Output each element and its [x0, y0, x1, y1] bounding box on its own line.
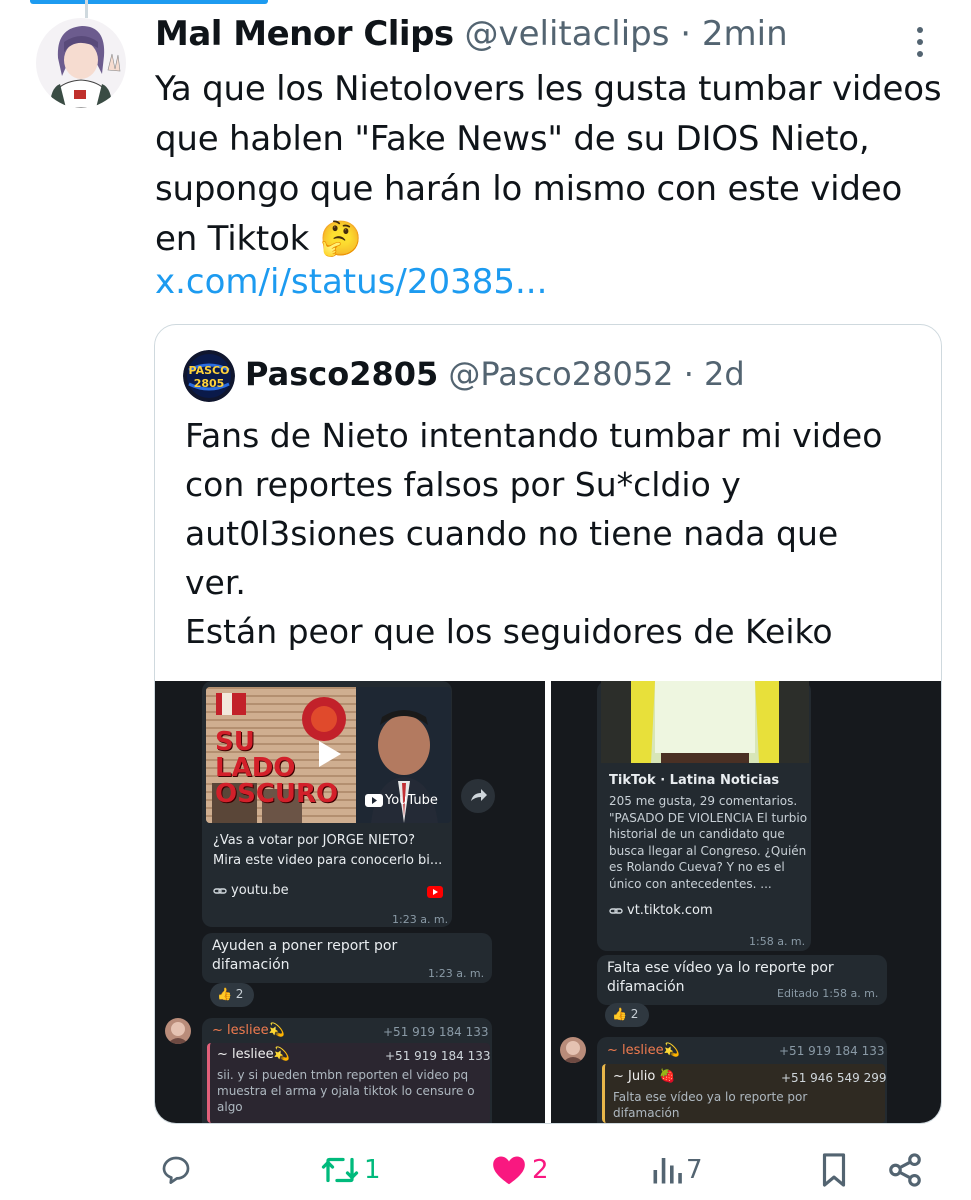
tweet-text-line: que hablen "Fake News" de su DIOS Nieto, [155, 119, 870, 159]
author-avatar[interactable] [36, 18, 126, 108]
media-image-left[interactable]: SU LADO OSCURO YouTube ¿Vas a votar por … [155, 681, 545, 1123]
message-time: 1:23 a. m. [392, 913, 449, 926]
quote-media: SU LADO OSCURO YouTube ¿Vas a votar por … [155, 681, 941, 1123]
repost-count: 1 [364, 1155, 381, 1185]
tweet-time[interactable]: 2min [702, 14, 788, 54]
tweet-actions: 1 2 7 [0, 1140, 971, 1200]
reaction-badge[interactable]: 👍 2 [605, 1003, 649, 1027]
quoted-tweet[interactable]: PASCO 2805 Pasco2805 @Pasco28052 · 2d Fa… [154, 324, 942, 1124]
svg-text:PASCO: PASCO [189, 364, 230, 377]
share-icon [889, 1153, 921, 1187]
card-domain[interactable]: vt.tiktok.com [627, 901, 713, 920]
quoted-text: Falta ese vídeo ya lo reporte por difama… [613, 1090, 808, 1120]
tiktok-description: 205 me gusta, 29 comentarios. "PASADO DE… [609, 794, 808, 891]
sender-avatar[interactable] [560, 1037, 586, 1063]
sender-avatar[interactable] [165, 1018, 191, 1044]
quoted-sender-name: ~ lesliee💫 [217, 1047, 290, 1062]
tweet-link[interactable]: x.com/i/status/20385... [155, 262, 547, 302]
thread-line [85, 0, 88, 18]
heart-icon [493, 1156, 525, 1185]
tweet-header: Mal Menor Clips @velitaclips · 2min [155, 14, 788, 54]
quote-author-name[interactable]: Pasco2805 [245, 355, 438, 393]
author-handle[interactable]: @velitaclips [464, 14, 669, 54]
reply-button[interactable] [158, 1148, 194, 1192]
like-count: 2 [532, 1155, 549, 1185]
active-tab-indicator [30, 0, 268, 4]
youtube-label: YouTube [385, 793, 438, 808]
link-icon [213, 883, 227, 897]
quote-text-line: con reportes falsos por Su*cldio y [185, 465, 741, 504]
repost-icon [321, 1157, 359, 1183]
reaction-count: 👍 2 [612, 1007, 639, 1021]
reply-sender-phone: +51 919 184 133 [383, 1025, 489, 1039]
card-description: Mira este video para conocerlo bi... [213, 853, 443, 868]
thinking-face-emoji: 🤔 [319, 219, 362, 259]
separator-dot: · [683, 355, 694, 393]
views-bar-chart-icon [653, 1158, 682, 1184]
play-icon[interactable] [315, 739, 343, 769]
tweet-text-line: supongo que harán lo mismo con este vide… [155, 169, 903, 209]
quote-text: Fans de Nieto intentando tumbar mi video… [185, 411, 925, 656]
thumbnail-title: SU LADO OSCURO [215, 727, 339, 809]
quote-time[interactable]: 2d [704, 355, 745, 393]
views-count: 7 [686, 1155, 703, 1185]
tweet-text-line: en Tiktok 🤔 [155, 214, 955, 264]
quote-text-line: Están peor que los seguidores de Keiko [185, 612, 833, 651]
bookmark-button[interactable] [818, 1148, 850, 1192]
author-name[interactable]: Mal Menor Clips [155, 14, 454, 54]
tiktok-source: TikTok · Latina Noticias [609, 773, 780, 788]
reply-sender-phone: +51 919 184 133 [779, 1044, 885, 1058]
quote-text-line: Fans de Nieto intentando tumbar mi video [185, 416, 883, 455]
tiktok-thumbnail [601, 681, 809, 763]
anime-avatar-icon [36, 18, 126, 108]
quote-author-handle[interactable]: @Pasco28052 [448, 355, 673, 393]
media-image-right[interactable]: TikTok · Latina Noticias 205 me gusta, 2… [551, 681, 941, 1123]
card-title: ¿Vas a votar por JORGE NIETO? [213, 833, 415, 848]
youtube-red-icon [427, 883, 443, 898]
quote-text-line: ver. [185, 563, 246, 602]
reaction-count: 👍 2 [217, 987, 244, 1001]
card-domain[interactable]: youtu.be [231, 881, 289, 900]
repost-button[interactable]: 1 [318, 1148, 381, 1192]
message-edited-time: Editado 1:58 a. m. [777, 987, 879, 1000]
quote-author-avatar[interactable]: PASCO 2805 [183, 350, 235, 402]
more-options-icon[interactable] [907, 22, 933, 62]
tweet-text: Ya que los Nietolovers les gusta tumbar … [155, 64, 955, 264]
quoted-text: sii. y si pueden tmbn reporten el video … [217, 1068, 475, 1114]
quoted-sender-phone: +51 919 184 133 [385, 1049, 491, 1063]
message-text: Ayuden a poner report por difamación [212, 938, 398, 973]
tweet-text-line: Ya que los Nietolovers les gusta tumbar … [155, 69, 942, 109]
link-icon [609, 903, 623, 917]
quote-text-line: aut0l3siones cuando no tiene nada que [185, 514, 839, 553]
views-button[interactable]: 7 [650, 1148, 703, 1192]
quote-header: Pasco2805 @Pasco28052 · 2d [245, 355, 745, 393]
share-arrow-icon[interactable] [461, 779, 495, 813]
youtube-logo-icon [365, 794, 383, 807]
youtube-watermark: YouTube [365, 793, 438, 808]
bookmark-icon [822, 1153, 846, 1187]
like-button[interactable]: 2 [490, 1148, 549, 1192]
reply-sender-name[interactable]: ~ lesliee💫 [607, 1043, 680, 1058]
message-time: 1:58 a. m. [749, 935, 806, 948]
separator-dot: · [680, 14, 692, 54]
quoted-sender-name: ~ Julio 🍓 [613, 1069, 676, 1084]
reply-sender-name[interactable]: ~ lesliee💫 [212, 1023, 285, 1038]
svg-text:2805: 2805 [194, 377, 225, 390]
pasco-logo-icon: PASCO 2805 [183, 350, 235, 402]
reply-icon [162, 1156, 190, 1184]
reaction-badge[interactable]: 👍 2 [210, 983, 254, 1007]
message-time: 1:23 a. m. [428, 967, 485, 980]
quoted-sender-phone: +51 946 549 299 [781, 1071, 887, 1085]
tweet-text-line-end: en Tiktok [155, 219, 310, 259]
share-button[interactable] [886, 1148, 924, 1192]
